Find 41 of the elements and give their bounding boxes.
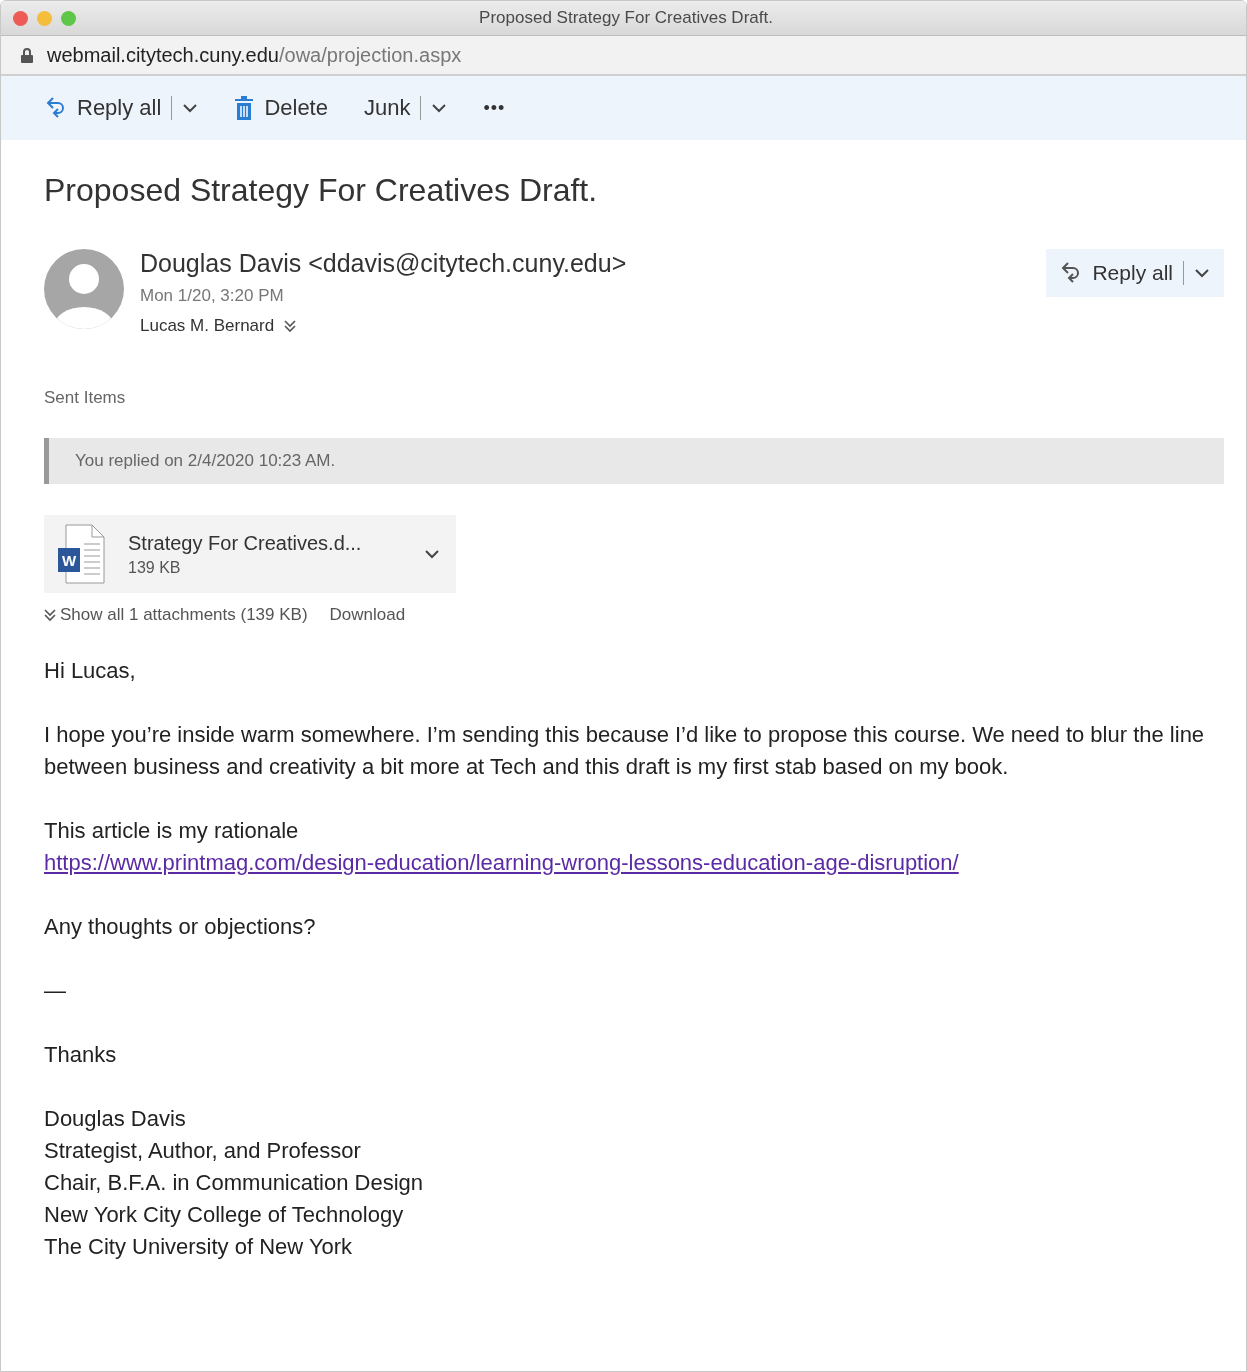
- article-link[interactable]: https://www.printmag.com/design-education/learning-wrong-lessons-education-age-disruption/: [44, 847, 1224, 879]
- sender: Douglas Davis <ddavis@citytech.cuny.edu>: [140, 249, 628, 278]
- signature-line: The City University of New York: [44, 1233, 354, 1261]
- more-button[interactable]: •••: [475, 91, 514, 125]
- window-title: Proposed Strategy For Creatives Draft.: [478, 8, 774, 28]
- reply-notice: You replied on 2/4/2020 10:23 AM.: [44, 438, 1224, 484]
- expand-icon[interactable]: [44, 608, 56, 622]
- chevron-down-icon[interactable]: [424, 549, 440, 559]
- body-text: Any thoughts or objections?: [44, 913, 317, 941]
- signature-line: New York City College of Technology: [44, 1201, 405, 1229]
- reply-all-icon: [45, 96, 67, 120]
- body-text: —: [44, 977, 67, 1005]
- message-subject: Proposed Strategy For Creatives Draft.: [44, 172, 599, 209]
- toolbar-button[interactable]: Delete: [226, 89, 336, 127]
- body-text: Thanks: [44, 1041, 118, 1069]
- url-host[interactable]: webmail.citytech.cuny.edu: [47, 43, 279, 66]
- url-path[interactable]: /owa/projection.aspx: [278, 43, 462, 66]
- close-window-button[interactable]: [13, 10, 28, 26]
- attachment-name: Strategy For Creatives.d...: [128, 531, 363, 555]
- folder-label: Sent Items: [44, 388, 127, 408]
- attachment-card[interactable]: W Strategy For Creatives.d... 139 KB: [44, 515, 456, 593]
- signature-line: Douglas Davis: [44, 1105, 187, 1133]
- chevron-down-icon[interactable]: [1194, 268, 1210, 278]
- chevron-down-icon[interactable]: [431, 103, 448, 113]
- split-button[interactable]: Reply all: [37, 89, 207, 127]
- recipient[interactable]: Lucas M. Bernard: [140, 316, 275, 336]
- signature-line: Strategist, Author, and Professor: [44, 1137, 362, 1165]
- body-text: This article is my rationale: [44, 817, 300, 845]
- date: Mon 1/20, 3:20 PM: [140, 286, 285, 306]
- trash-icon: [234, 96, 255, 120]
- expand-icon[interactable]: [284, 319, 297, 333]
- body-text: Hi Lucas,: [44, 657, 137, 685]
- split-button[interactable]: Junk: [355, 89, 456, 127]
- lock-icon: [21, 47, 33, 63]
- attachment-size: 139 KB: [128, 558, 182, 577]
- chevron-down-icon[interactable]: [182, 103, 199, 113]
- download-link[interactable]: Download: [329, 605, 406, 625]
- signature-line: Chair, B.F.A. in Communication Design: [44, 1169, 425, 1197]
- body-text: I hope you’re inside warm somewhere. I’m sending this because I’d like to propose this course. We need to blur the line between business and creativity a bit more at Tech and this draft is my first stab based on my book.: [44, 721, 1206, 781]
- reply-all-button[interactable]: Reply all: [1046, 249, 1224, 297]
- show-all-attachments-link[interactable]: Show all 1 attachments (139 KB): [60, 605, 308, 625]
